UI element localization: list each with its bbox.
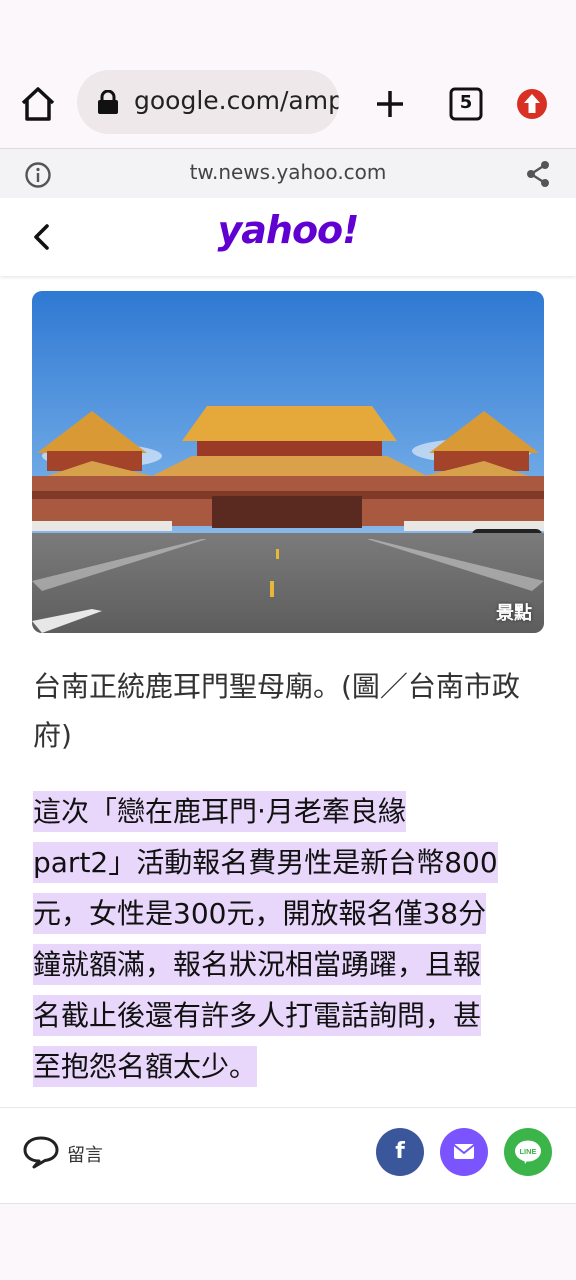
highlight-line: part2」活動報名費男性是新台幣800 [33,842,498,883]
facebook-share-button[interactable]: f [376,1128,424,1176]
site-header: yahoo! [0,198,576,276]
comment-label[interactable]: 留言 [67,1141,103,1167]
host-domain: tw.news.yahoo.com [189,160,387,184]
svg-text:LINE: LINE [519,1147,536,1156]
divider [0,1107,576,1108]
new-tab-icon[interactable] [370,82,410,126]
address-bar[interactable]: google.com/amp [77,70,339,134]
line-share-button[interactable]: LINE [504,1128,552,1176]
photo-caption: 台南正統鹿耳門聖母廟。(圖／台南市政府) [33,670,520,752]
highlight-line: 元，女性是300元，開放報名僅38分 [33,893,487,934]
highlight-line: 這次「戀在鹿耳門‧月老牽良緣 [33,791,406,832]
update-icon[interactable] [512,84,552,124]
mail-icon [440,1128,488,1176]
photo-watermark: 景點 [496,603,532,624]
facebook-icon: f [395,1139,405,1164]
highlight-line: 鐘就額滿，報名狀況相當踴躍，且報 [33,944,482,985]
line-icon: LINE [504,1128,552,1176]
mail-share-button[interactable] [440,1128,488,1176]
yahoo-logo[interactable]: yahoo! [0,208,576,252]
highlight-line: 名截止後還有許多人打電話詢問，甚 [33,995,482,1036]
highlight-line: 至抱怨名額太少。 [33,1046,258,1087]
home-icon[interactable] [18,82,58,126]
lock-icon [97,89,119,114]
browser-toolbar: google.com/amp 5 [0,60,576,148]
comment-icon[interactable] [22,1135,60,1169]
url-text: google.com/amp [134,86,339,115]
article-photo: 景點 [32,291,544,633]
share-icon[interactable] [524,159,552,189]
tab-count: 5 [459,92,473,113]
status-bar-area [0,0,576,60]
highlighted-paragraph: 這次「戀在鹿耳門‧月老牽良緣 part2」活動報名費男性是新台幣800 元，女性… [33,786,543,1092]
footer-area [0,1204,576,1280]
custom-tab-infobar: tw.news.yahoo.com [0,148,576,198]
tab-switcher-button[interactable]: 5 [448,86,484,122]
